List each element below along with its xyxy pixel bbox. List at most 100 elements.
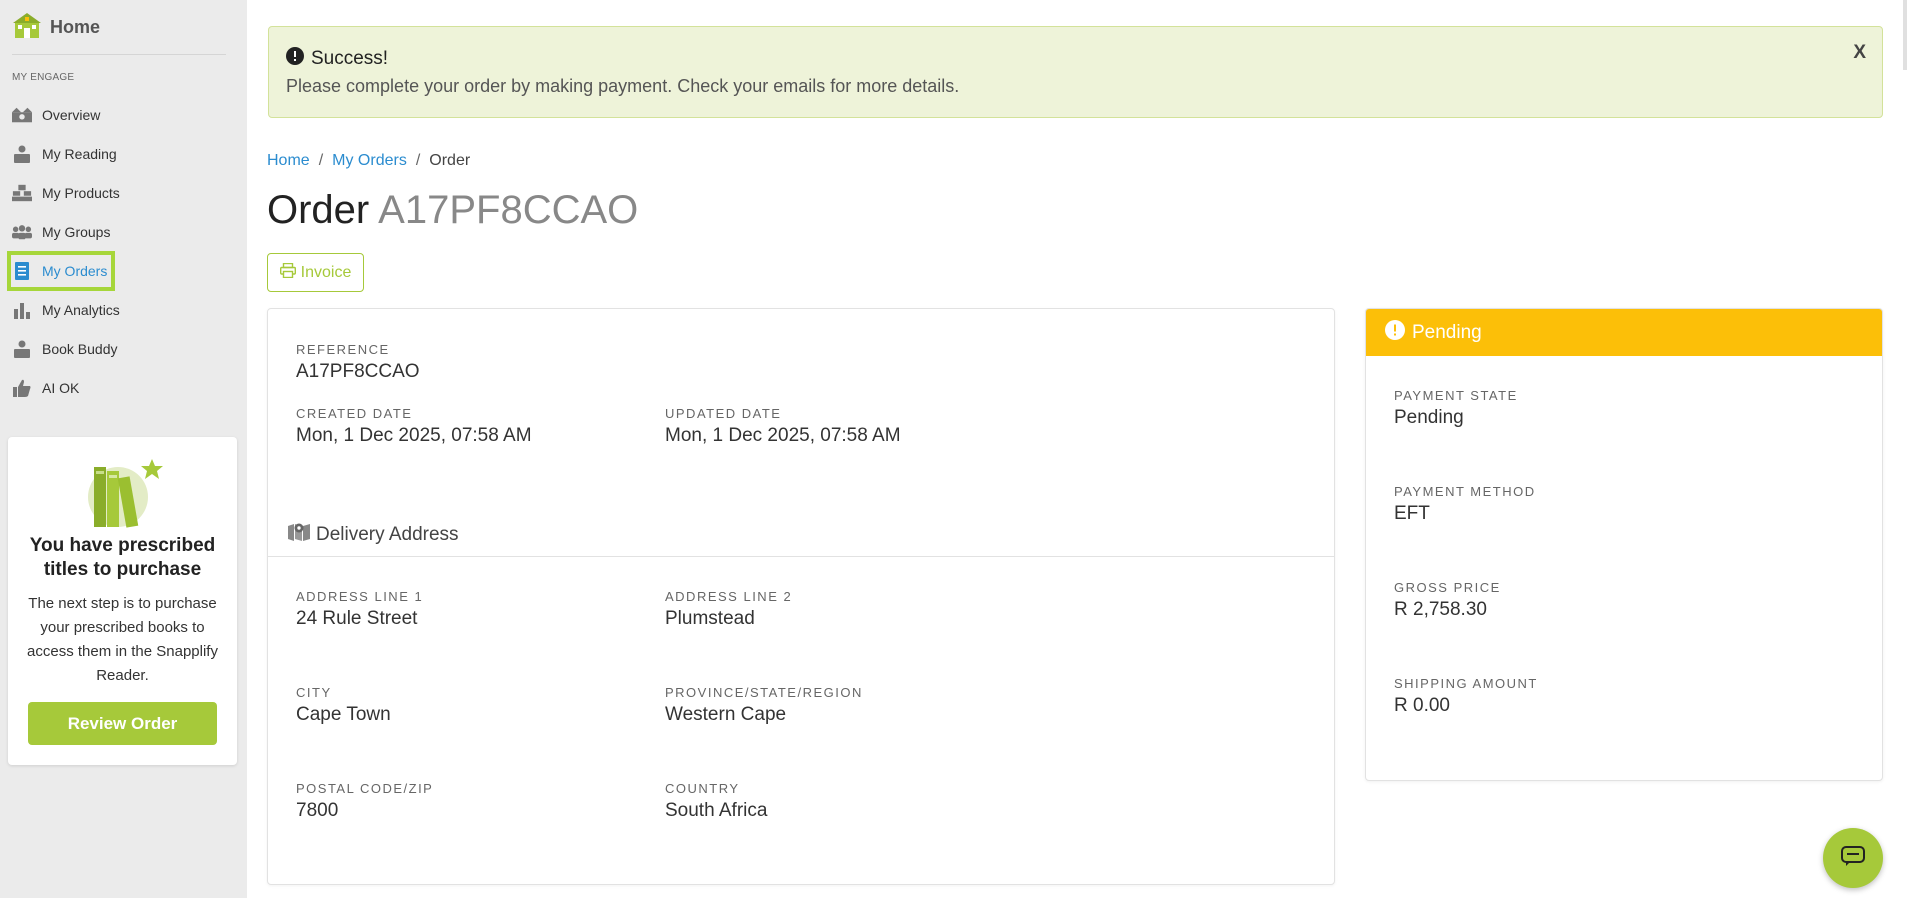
field-label: GROSS PRICE (1394, 580, 1501, 595)
sidebar-nav: Overview My Reading My Products My Group… (0, 95, 247, 407)
exclamation-circle-icon (286, 47, 304, 71)
promo-title: You have prescribed titles to purchase (29, 535, 216, 580)
field-label: SHIPPING AMOUNT (1394, 676, 1538, 691)
order-details-card: REFERENCE A17PF8CCAO CREATED DATE Mon, 1… (267, 308, 1335, 885)
page-title: Order A17PF8CCAO (267, 188, 638, 233)
alert-title: Success! (311, 48, 389, 69)
status-badge: Pending (1412, 321, 1482, 343)
field-value: Mon, 1 Dec 2025, 07:58 AM (296, 425, 532, 446)
payment-status-card: Pending PAYMENT STATE Pending PAYMENT ME… (1365, 308, 1883, 781)
field-value: A17PF8CCAO (296, 361, 420, 382)
address-line-2-field: ADDRESS LINE 2 Plumstead (665, 589, 792, 630)
sidebar-divider (12, 54, 226, 55)
sidebar-item-my-orders[interactable]: My Orders (0, 250, 247, 291)
breadcrumb-home[interactable]: Home (267, 152, 310, 170)
sidebar-item-book-buddy[interactable]: Book Buddy (0, 329, 247, 368)
field-value: Pending (1394, 407, 1464, 428)
breadcrumb-my-orders[interactable]: My Orders (332, 152, 407, 170)
sidebar-item-label: My Reading (42, 145, 117, 162)
sidebar-item-label: Overview (42, 106, 101, 123)
reading-icon (12, 145, 32, 163)
home-label: Home (50, 16, 101, 37)
page-title-prefix: Order (267, 188, 370, 232)
country-field: COUNTRY South Africa (665, 781, 767, 822)
shipping-amount-field: SHIPPING AMOUNT R 0.00 (1394, 676, 1538, 717)
breadcrumb-separator: / (415, 152, 421, 169)
field-value: R 2,758.30 (1394, 599, 1487, 620)
breadcrumb-current: Order (429, 152, 471, 169)
printer-icon (279, 262, 296, 283)
field-label: CREATED DATE (296, 406, 413, 421)
scrollbar[interactable] (1903, 0, 1907, 70)
card-divider (268, 556, 1334, 557)
prescribed-titles-card: You have prescribed titles to purchase T… (8, 437, 237, 765)
field-value: Cape Town (296, 704, 391, 725)
analytics-icon (12, 301, 32, 319)
sidebar-item-label: My Products (42, 184, 120, 201)
field-value: Mon, 1 Dec 2025, 07:58 AM (665, 425, 901, 446)
field-value: Plumstead (665, 608, 755, 629)
reference-field: REFERENCE A17PF8CCAO (296, 342, 420, 383)
field-label: PAYMENT STATE (1394, 388, 1518, 403)
home-icon (12, 11, 42, 44)
success-alert: Success! Please complete your order by m… (268, 26, 1883, 118)
field-value: South Africa (665, 800, 768, 821)
sidebar-item-my-groups[interactable]: My Groups (0, 212, 247, 251)
field-label: ADDRESS LINE 2 (665, 589, 793, 604)
field-label: POSTAL CODE/ZIP (296, 781, 434, 796)
field-label: UPDATED DATE (665, 406, 782, 421)
groups-icon (12, 223, 32, 241)
sidebar-item-label: My Analytics (42, 301, 120, 318)
field-value: EFT (1394, 503, 1430, 524)
order-id: A17PF8CCAO (378, 188, 639, 232)
address-line-1-field: ADDRESS LINE 1 24 Rule Street (296, 589, 423, 630)
sidebar-item-my-reading[interactable]: My Reading (0, 134, 247, 173)
field-label: PAYMENT METHOD (1394, 484, 1536, 499)
promo-description: The next step is to purchase your prescr… (27, 595, 218, 684)
invoice-button[interactable]: Invoice (267, 253, 364, 292)
field-value: R 0.00 (1394, 695, 1450, 716)
products-icon (12, 184, 32, 202)
chat-icon (1841, 845, 1865, 871)
sidebar-item-ai-ok[interactable]: AI OK (0, 368, 247, 407)
field-label: COUNTRY (665, 781, 740, 796)
delivery-address-heading: Delivery Address (288, 522, 459, 547)
city-field: CITY Cape Town (296, 685, 391, 726)
map-marker-icon (288, 522, 310, 547)
field-value: Western Cape (665, 704, 787, 725)
updated-date-field: UPDATED DATE Mon, 1 Dec 2025, 07:58 AM (665, 406, 901, 447)
sidebar-item-label: Book Buddy (42, 340, 118, 357)
province-field: PROVINCE/STATE/REGION Western Cape (665, 685, 863, 726)
alert-message: Please complete your order by making pay… (286, 76, 960, 96)
alert-close-button[interactable]: X (1853, 42, 1866, 64)
exclamation-circle-icon (1385, 319, 1405, 346)
invoice-label: Invoice (300, 263, 352, 281)
sidebar-item-overview[interactable]: Overview (0, 95, 247, 134)
gross-price-field: GROSS PRICE R 2,758.30 (1394, 580, 1501, 621)
overview-icon (12, 106, 32, 124)
sidebar-item-my-products[interactable]: My Products (0, 173, 247, 212)
alert-header: Success! (286, 47, 388, 71)
sidebar-item-label: My Groups (42, 223, 111, 240)
review-order-button[interactable]: Review Order (28, 702, 217, 745)
postal-code-field: POSTAL CODE/ZIP 7800 (296, 781, 433, 822)
field-label: CITY (296, 685, 332, 700)
book-buddy-icon (12, 340, 32, 358)
payment-method-field: PAYMENT METHOD EFT (1394, 484, 1536, 525)
field-value: 24 Rule Street (296, 608, 418, 629)
status-header: Pending (1366, 309, 1882, 356)
field-label: REFERENCE (296, 342, 390, 357)
field-value: 7800 (296, 800, 339, 821)
breadcrumb-separator: / (318, 152, 324, 169)
active-item-highlight (7, 250, 115, 291)
sidebar: Home MY ENGAGE Overview My Reading My Pr… (0, 0, 247, 898)
sidebar-item-my-analytics[interactable]: My Analytics (0, 290, 247, 329)
breadcrumb: Home / My Orders / Order (267, 152, 470, 170)
field-label: PROVINCE/STATE/REGION (665, 685, 863, 700)
chat-widget-button[interactable] (1823, 828, 1883, 888)
books-illustration-icon (80, 457, 170, 534)
home-link[interactable]: Home (12, 12, 100, 42)
delivery-address-title: Delivery Address (316, 523, 459, 545)
thumbs-up-icon (12, 379, 32, 397)
payment-state-field: PAYMENT STATE Pending (1394, 388, 1518, 429)
